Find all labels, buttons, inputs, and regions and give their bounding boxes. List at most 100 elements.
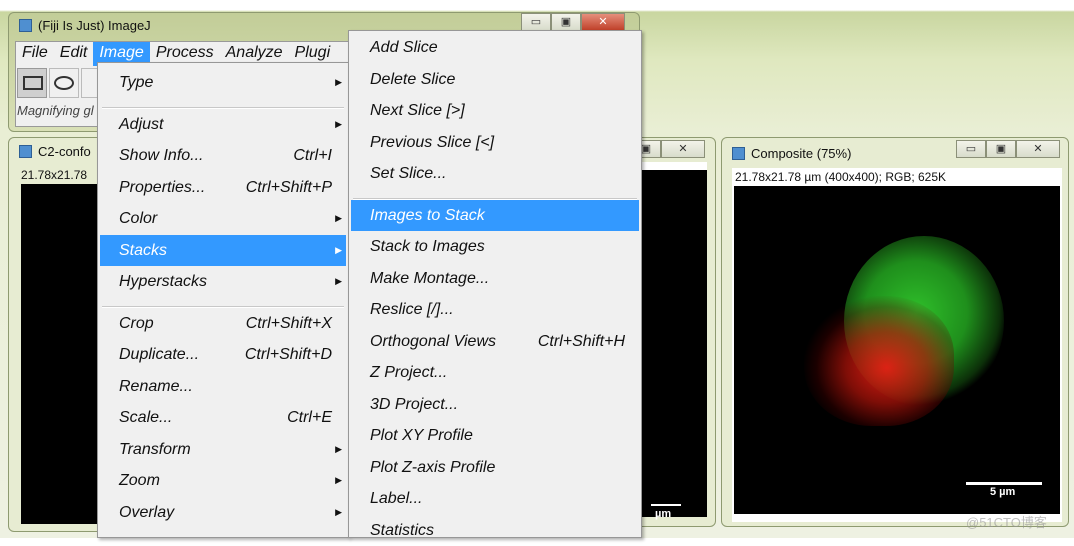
stacks-submenu: Add Slice Delete Slice Next Slice [>] Previ… xyxy=(348,30,642,539)
submenu-arrow-icon: ▶ xyxy=(335,506,342,517)
menu-item-label: Stacks xyxy=(119,241,168,259)
menu-item-label: Show Info... xyxy=(119,147,204,164)
menu-item-label: Previous Slice [<] xyxy=(370,133,495,151)
menu-item-type[interactable]: Type ▶ xyxy=(100,67,346,98)
menu-item-label: Make Montage... xyxy=(370,269,490,287)
menu-item-overlay[interactable]: Overlay ▶ xyxy=(100,497,346,528)
menu-item-label: Properties... xyxy=(119,178,206,196)
fiji-icon xyxy=(19,19,32,32)
watermark: @51CTO博客 xyxy=(966,515,1047,530)
image-info: 21.78x21.78 xyxy=(21,168,88,182)
scale-label: µm xyxy=(655,508,672,520)
shortcut-label: Ctrl+Shift+P xyxy=(245,178,332,196)
menu-item-transform[interactable]: Transform ▶ xyxy=(100,434,346,465)
menu-item-reslice[interactable]: Reslice [/]... xyxy=(351,294,639,325)
menu-item-plot-z-axis-profile[interactable]: Plot Z-axis Profile xyxy=(351,452,639,483)
menu-item-label: Statistics xyxy=(370,521,435,539)
menu-item-label: Plot Z-axis Profile xyxy=(370,458,496,476)
shortcut-label: Ctrl+I xyxy=(293,147,332,164)
menu-item-stacks[interactable]: Stacks ▶ xyxy=(100,234,346,266)
menu-item-duplicate[interactable]: Duplicate... Ctrl+Shift+D xyxy=(100,339,346,370)
submenu-arrow-icon: ▶ xyxy=(335,77,342,87)
menu-item-label[interactable]: Label... xyxy=(351,483,639,514)
menu-item-show-info[interactable]: Show Info... Ctrl+I xyxy=(100,140,346,171)
menu-item-crop[interactable]: Crop Ctrl+Shift+X xyxy=(100,308,346,339)
menu-item-properties[interactable]: Properties... Ctrl+Shift+P xyxy=(100,172,346,203)
image-info: 21.78x21.78 µm (400x400); RGB; 625K xyxy=(735,170,947,184)
menu-item-statistics[interactable]: Statistics xyxy=(351,515,639,546)
menu-item-adjust[interactable]: Adjust ▶ xyxy=(100,109,346,140)
submenu-arrow-icon: ▶ xyxy=(335,276,342,286)
shortcut-label: Ctrl+Shift+X xyxy=(245,314,332,332)
menu-item-plot-xy-profile[interactable]: Plot XY Profile xyxy=(351,420,639,451)
menu-item-label: 3D Project... xyxy=(370,395,459,413)
menu-item-label: Images to Stack xyxy=(370,206,485,224)
image-canvas[interactable]: 5 µm xyxy=(734,186,1060,514)
menu-item-label: Rename... xyxy=(119,377,193,395)
menu-item-scale[interactable]: Scale... Ctrl+E xyxy=(100,402,346,433)
window-title: Composite (75%) xyxy=(751,146,852,161)
close-button[interactable]: ✕ xyxy=(661,140,705,158)
menu-item-z-project[interactable]: Z Project... xyxy=(351,357,639,388)
menu-item-label: Z Project... xyxy=(370,364,448,381)
menu-item-label: Next Slice [>] xyxy=(370,102,465,119)
submenu-arrow-icon: ▶ xyxy=(335,443,342,454)
minimize-button[interactable]: ▭ xyxy=(521,13,551,31)
submenu-arrow-icon: ▶ xyxy=(335,244,342,255)
maximize-button[interactable]: ▣ xyxy=(986,140,1016,158)
close-button[interactable]: ✕ xyxy=(1016,140,1060,158)
shortcut-label: Ctrl+Shift+D xyxy=(244,346,332,363)
menu-item-set-slice[interactable]: Set Slice... xyxy=(351,158,639,189)
menu-item-add-slice[interactable]: Add Slice xyxy=(351,32,639,63)
shortcut-label: Ctrl+Shift+H xyxy=(537,332,625,350)
menu-item-label: Transform xyxy=(119,440,191,458)
submenu-arrow-icon: ▶ xyxy=(335,213,342,223)
shortcut-label: Ctrl+E xyxy=(287,409,332,426)
menu-file[interactable]: File xyxy=(16,42,54,66)
menu-item-images-to-stack[interactable]: Images to Stack xyxy=(351,199,639,231)
menu-item-3d-project[interactable]: 3D Project... xyxy=(351,389,639,420)
menu-item-hyperstacks[interactable]: Hyperstacks ▶ xyxy=(100,266,346,297)
menu-item-label: Orthogonal Views xyxy=(370,332,496,350)
menu-item-label: Overlay xyxy=(119,503,175,521)
status-text: Magnifying gl xyxy=(17,103,94,118)
menu-item-label: Delete Slice xyxy=(370,70,456,88)
menu-item-delete-slice[interactable]: Delete Slice xyxy=(351,64,639,95)
menu-item-label: Reslice [/]... xyxy=(370,301,454,318)
menu-item-label: Type xyxy=(119,74,154,91)
menu-item-stack-to-images[interactable]: Stack to Images xyxy=(351,231,639,262)
menu-item-label: Crop xyxy=(119,314,154,332)
menu-item-color[interactable]: Color ▶ xyxy=(100,203,346,234)
rectangle-icon xyxy=(23,76,43,90)
close-button[interactable]: ✕ xyxy=(581,13,625,31)
menu-item-label: Duplicate... xyxy=(119,346,200,363)
menu-edit[interactable]: Edit xyxy=(54,42,94,66)
menu-item-rename[interactable]: Rename... xyxy=(100,371,346,402)
scale-label: 5 µm xyxy=(990,486,1016,498)
image-menu: Type ▶ Adjust ▶ Show Info... Ctrl+I Properties… xyxy=(97,62,349,538)
oval-tool[interactable] xyxy=(49,68,79,98)
rectangle-tool[interactable] xyxy=(17,68,47,98)
menu-item-label: Scale... xyxy=(119,409,173,426)
menu-item-orthogonal-views[interactable]: Orthogonal Views Ctrl+Shift+H xyxy=(351,326,639,357)
red-signal xyxy=(804,296,954,426)
menu-item-zoom[interactable]: Zoom ▶ xyxy=(100,465,346,496)
composite-window[interactable]: Composite (75%) ▭ ▣ ✕ 21.78x21.78 µm (400x… xyxy=(721,137,1069,527)
menu-item-label: Color xyxy=(119,210,158,227)
menu-item-label: Label... xyxy=(370,490,423,507)
menu-item-label: Hyperstacks xyxy=(119,273,208,290)
submenu-arrow-icon: ▶ xyxy=(335,118,342,129)
maximize-button[interactable]: ▣ xyxy=(551,13,581,31)
submenu-arrow-icon: ▶ xyxy=(335,475,342,485)
oval-icon xyxy=(54,76,74,90)
window-title: C2-confo xyxy=(38,144,91,159)
menu-item-label: Plot XY Profile xyxy=(370,427,473,444)
minimize-button[interactable]: ▭ xyxy=(956,140,986,158)
fiji-icon xyxy=(732,147,745,160)
scale-bar xyxy=(651,504,681,506)
fiji-icon xyxy=(19,145,32,158)
menu-item-previous-slice[interactable]: Previous Slice [<] xyxy=(351,127,639,158)
menu-item-next-slice[interactable]: Next Slice [>] xyxy=(351,95,639,126)
menu-item-label: Stack to Images xyxy=(370,238,485,255)
menu-item-make-montage[interactable]: Make Montage... xyxy=(351,263,639,294)
